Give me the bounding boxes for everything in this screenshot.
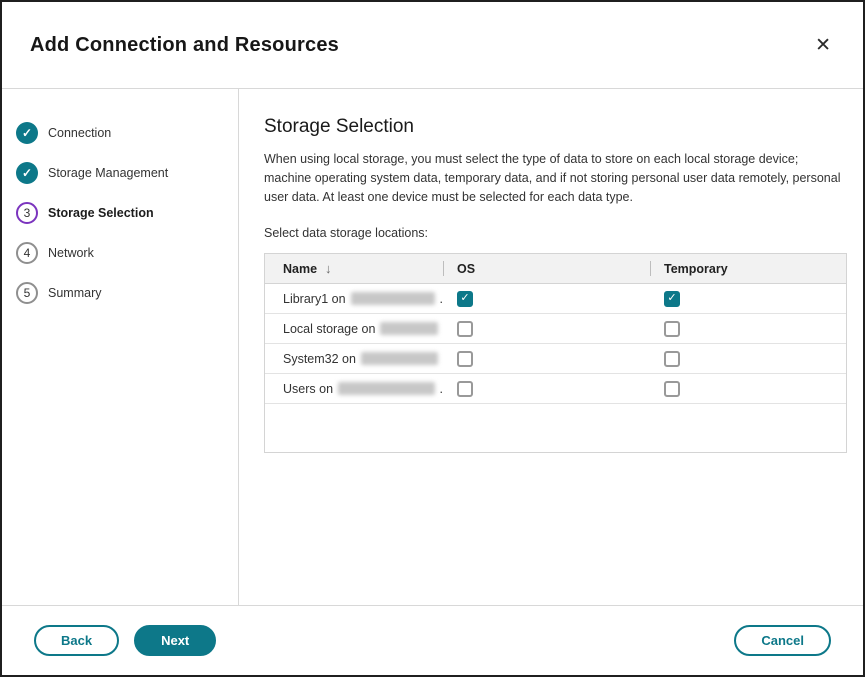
title-bar: Add Connection and Resources ✕ — [2, 2, 863, 89]
step-connection[interactable]: ✓ Connection — [16, 113, 238, 153]
os-checkbox[interactable] — [457, 351, 473, 367]
cancel-button[interactable]: Cancel — [734, 625, 831, 656]
sort-descending-icon: ↓ — [325, 261, 332, 276]
column-divider — [443, 261, 444, 276]
storage-name-cell: Library1 on . — [265, 284, 443, 313]
step-label: Summary — [48, 286, 101, 300]
redacted-server-name — [351, 292, 435, 305]
temporary-checkbox[interactable]: ✓ — [664, 291, 680, 307]
table-row: System32 on — [265, 344, 846, 374]
wizard-steps-sidebar: ✓ Connection ✓ Storage Management 3 Stor… — [2, 89, 239, 605]
table-row: Users on . — [265, 374, 846, 404]
storage-name-cell: System32 on — [265, 344, 443, 373]
temporary-checkbox[interactable] — [664, 321, 680, 337]
instruction-label: Select data storage locations: — [264, 226, 847, 240]
os-checkbox[interactable] — [457, 321, 473, 337]
page-title: Storage Selection — [264, 116, 847, 138]
storage-name-cell: Local storage on — [265, 314, 443, 343]
step-label: Storage Management — [48, 166, 168, 180]
description-text: When using local storage, you must selec… — [264, 150, 847, 206]
step-summary[interactable]: 5 Summary — [16, 273, 238, 313]
table-header-row: Name ↓ OS Temporary — [265, 254, 846, 284]
table-empty-area — [265, 404, 846, 452]
column-header-temporary[interactable]: Temporary — [650, 254, 846, 283]
column-header-os[interactable]: OS — [443, 254, 650, 283]
column-os-label: OS — [457, 262, 475, 276]
step-storage-management[interactable]: ✓ Storage Management — [16, 153, 238, 193]
storage-name: Local storage on — [283, 322, 375, 336]
column-divider — [650, 261, 651, 276]
column-temporary-label: Temporary — [664, 262, 728, 276]
column-header-name[interactable]: Name ↓ — [265, 254, 443, 283]
storage-name: Library1 on — [283, 292, 346, 306]
os-checkbox[interactable]: ✓ — [457, 291, 473, 307]
table-row: Library1 on . ✓ ✓ — [265, 284, 846, 314]
step-complete-check-icon: ✓ — [16, 122, 38, 144]
redacted-server-name — [361, 352, 438, 365]
close-icon[interactable]: ✕ — [811, 32, 835, 59]
next-button[interactable]: Next — [134, 625, 216, 656]
storage-name: Users on — [283, 382, 333, 396]
storage-selection-panel: Storage Selection When using local stora… — [239, 89, 865, 605]
temporary-checkbox[interactable] — [664, 381, 680, 397]
storage-name: System32 on — [283, 352, 356, 366]
step-label: Network — [48, 246, 94, 260]
step-complete-check-icon: ✓ — [16, 162, 38, 184]
dialog-title: Add Connection and Resources — [30, 34, 339, 57]
step-number-badge: 5 — [16, 282, 38, 304]
add-connection-dialog: Add Connection and Resources ✕ ✓ Connect… — [0, 0, 865, 677]
step-number-badge: 4 — [16, 242, 38, 264]
redacted-server-name — [338, 382, 434, 395]
storage-locations-table: Name ↓ OS Temporary Library1 on — [264, 253, 847, 453]
step-number-badge: 3 — [16, 202, 38, 224]
redacted-server-name — [380, 322, 438, 335]
table-row: Local storage on — [265, 314, 846, 344]
os-checkbox[interactable] — [457, 381, 473, 397]
step-network[interactable]: 4 Network — [16, 233, 238, 273]
temporary-checkbox[interactable] — [664, 351, 680, 367]
storage-name-cell: Users on . — [265, 374, 443, 403]
back-button[interactable]: Back — [34, 625, 119, 656]
step-storage-selection[interactable]: 3 Storage Selection — [16, 193, 238, 233]
step-label: Storage Selection — [48, 206, 154, 220]
step-label: Connection — [48, 126, 111, 140]
column-name-label: Name — [283, 262, 317, 276]
dialog-footer: Back Next Cancel — [2, 605, 863, 675]
